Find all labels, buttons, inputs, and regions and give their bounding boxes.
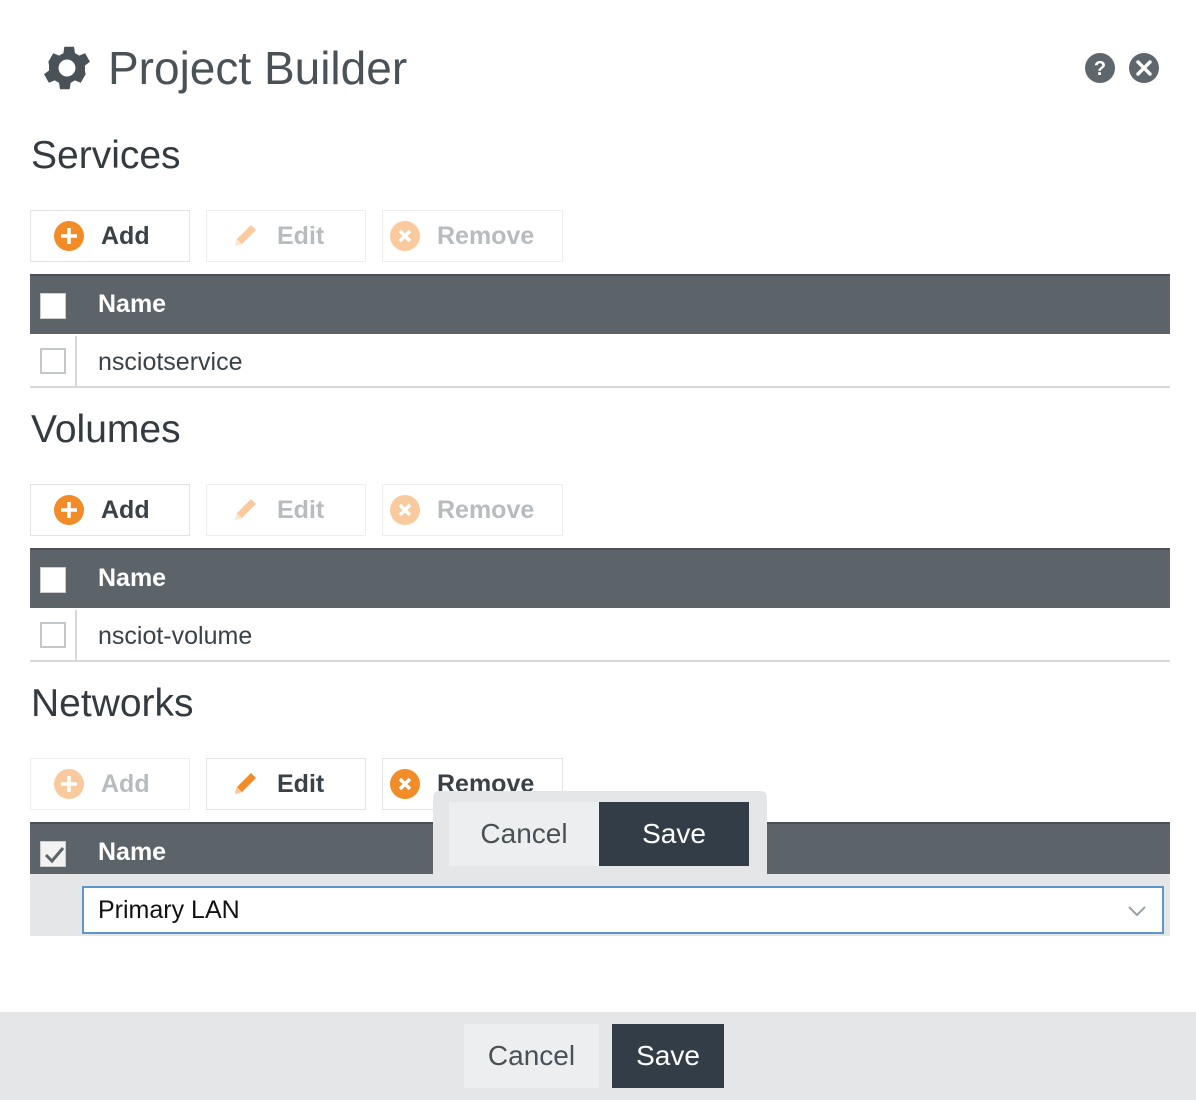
name-column-header[interactable]: Name [98, 290, 166, 319]
networks-edit-button[interactable]: Edit [206, 758, 366, 810]
gear-icon [44, 46, 90, 90]
table-row[interactable]: nsciotservice [30, 336, 1170, 388]
name-cell: nsciot-volume [98, 622, 253, 650]
dialog-title: Project Builder [108, 42, 408, 94]
cancel-button[interactable]: Cancel [464, 1024, 599, 1088]
remove-circle-icon [390, 769, 420, 799]
networks-add-button[interactable]: Add [30, 758, 190, 810]
table-row[interactable]: nsciot-volume [30, 610, 1170, 662]
checkbox-cell [30, 610, 77, 660]
row-editor-buttons: Cancel Save [433, 791, 767, 875]
pencil-icon [235, 225, 256, 246]
services-grid-header: Name [30, 274, 1170, 334]
row-checkbox[interactable] [40, 622, 66, 648]
remove-circle-icon [390, 495, 420, 525]
name-cell: nsciotservice [98, 348, 243, 376]
network-select-value: Primary LAN [98, 895, 240, 924]
services-edit-button[interactable]: Edit [206, 210, 366, 262]
plus-circle-icon [54, 769, 84, 799]
dialog-footer: Cancel Save [0, 1012, 1196, 1100]
networks-title: Networks [31, 682, 194, 725]
checkmark-icon [44, 847, 65, 864]
volumes-edit-button[interactable]: Edit [206, 484, 366, 536]
row-checkbox[interactable] [40, 348, 66, 374]
services-add-button[interactable]: Add [30, 210, 190, 262]
services-title: Services [31, 134, 181, 177]
plus-circle-icon [54, 221, 84, 251]
remove-label: Remove [437, 495, 535, 524]
volumes-remove-button[interactable]: Remove [382, 484, 563, 536]
select-all-checkbox[interactable] [40, 841, 66, 867]
save-button[interactable]: Save [612, 1024, 724, 1088]
dialog-header: Project Builder [38, 38, 407, 98]
add-label: Add [101, 221, 150, 250]
pencil-icon [235, 499, 256, 520]
plus-circle-icon [54, 495, 84, 525]
checkbox-cell [30, 336, 77, 386]
close-icon[interactable] [1128, 52, 1160, 84]
volumes-grid-header: Name [30, 548, 1170, 608]
svg-text:?: ? [1094, 58, 1106, 80]
add-label: Add [101, 769, 150, 798]
row-editor: Primary LAN [30, 874, 1170, 936]
edit-label: Edit [277, 221, 325, 250]
name-column-header[interactable]: Name [98, 838, 166, 867]
chevron-down-icon[interactable] [1126, 900, 1148, 922]
volumes-add-button[interactable]: Add [30, 484, 190, 536]
add-label: Add [101, 495, 150, 524]
remove-label: Remove [437, 221, 535, 250]
services-remove-button[interactable]: Remove [382, 210, 563, 262]
select-all-checkbox[interactable] [40, 567, 66, 593]
edit-label: Edit [277, 769, 325, 798]
remove-circle-icon [390, 221, 420, 251]
row-cancel-button[interactable]: Cancel [449, 802, 599, 866]
help-icon[interactable]: ? [1084, 52, 1116, 84]
row-save-button[interactable]: Save [599, 802, 749, 866]
name-column-header[interactable]: Name [98, 564, 166, 593]
network-select[interactable]: Primary LAN [82, 886, 1164, 934]
pencil-icon [235, 773, 256, 794]
edit-label: Edit [277, 495, 325, 524]
select-all-checkbox[interactable] [40, 293, 66, 319]
volumes-title: Volumes [31, 408, 181, 451]
